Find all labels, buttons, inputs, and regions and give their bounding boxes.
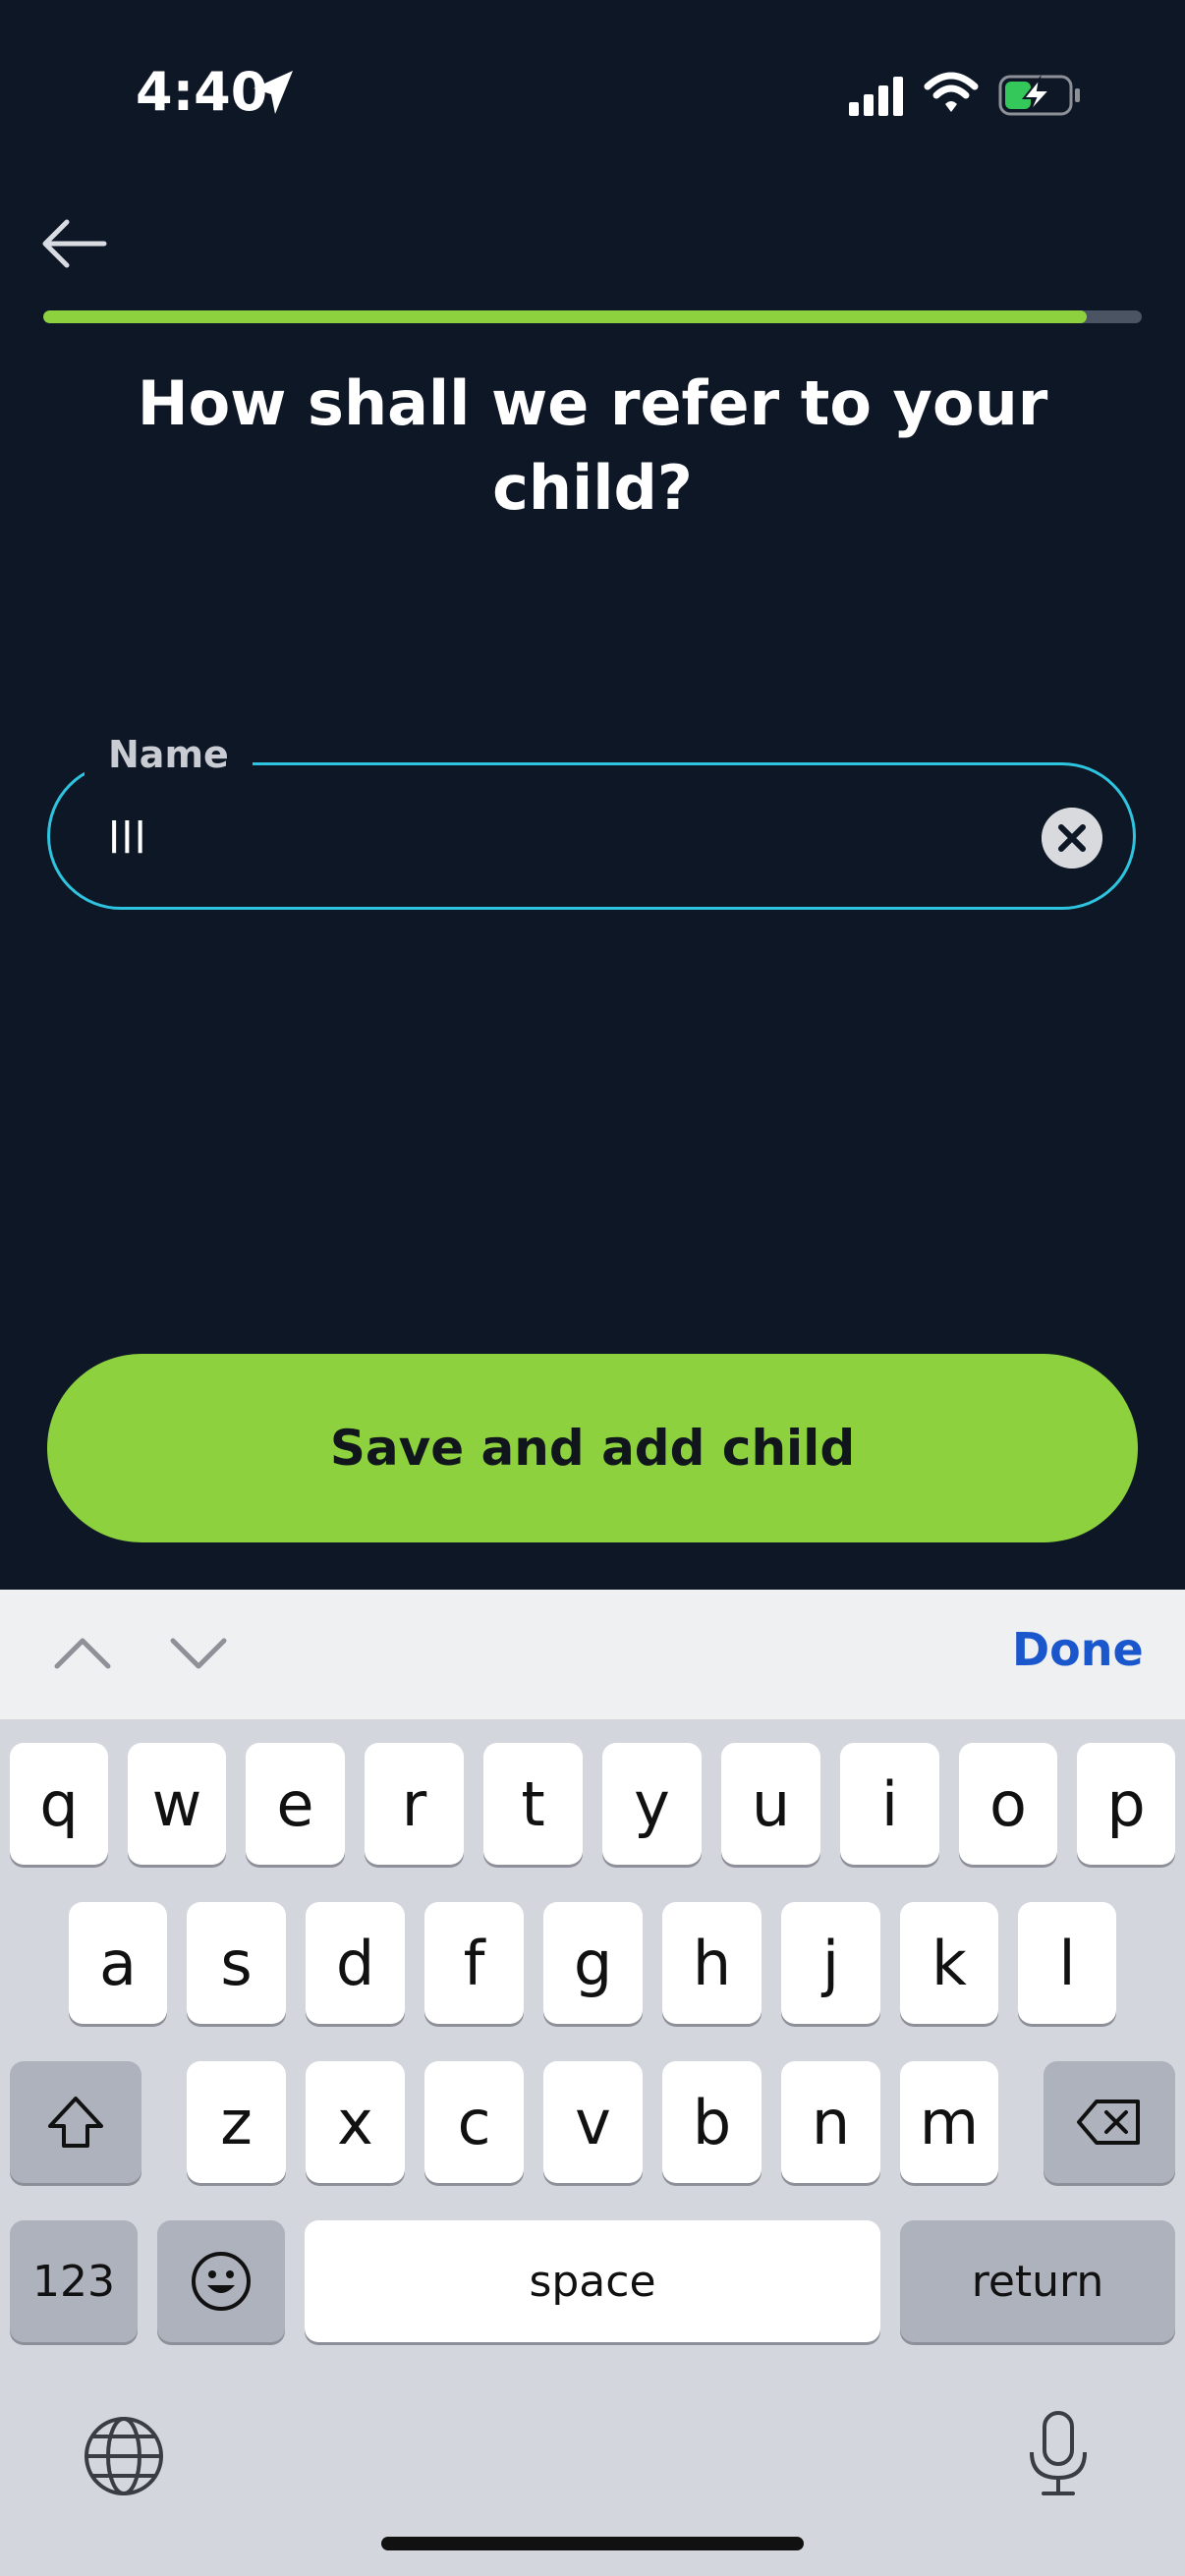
location-arrow-icon	[254, 71, 293, 114]
keyboard: q w e r t y u i o p a s d f g h j k l z …	[0, 1719, 1185, 2576]
done-button[interactable]: Done	[1012, 1623, 1144, 1676]
space-key[interactable]: space	[305, 2220, 880, 2342]
progress-bar	[43, 310, 1142, 323]
key-b[interactable]: b	[662, 2061, 762, 2183]
home-indicator	[381, 2537, 804, 2550]
numbers-key[interactable]: 123	[10, 2220, 138, 2342]
emoji-icon	[192, 2252, 251, 2311]
key-f[interactable]: f	[424, 1902, 524, 2024]
key-l[interactable]: l	[1018, 1902, 1116, 2024]
globe-icon[interactable]	[83, 2415, 165, 2497]
key-x[interactable]: x	[306, 2061, 405, 2183]
shift-key[interactable]	[10, 2061, 141, 2183]
progress-fill	[43, 310, 1088, 323]
key-k[interactable]: k	[900, 1902, 998, 2024]
key-d[interactable]: d	[306, 1902, 405, 2024]
key-o[interactable]: o	[959, 1743, 1057, 1865]
emoji-key[interactable]	[157, 2220, 285, 2342]
delete-key[interactable]	[1044, 2061, 1175, 2183]
name-field-label: Name	[85, 733, 253, 776]
page-title: How shall we refer to your child?	[137, 367, 1048, 524]
shift-icon	[48, 2097, 103, 2148]
name-input[interactable]: lll	[108, 813, 147, 864]
signal-icon	[849, 77, 903, 116]
key-r[interactable]: r	[365, 1743, 464, 1865]
key-u[interactable]: u	[721, 1743, 820, 1865]
chevron-down-icon[interactable]	[169, 1633, 228, 1672]
key-p[interactable]: p	[1077, 1743, 1175, 1865]
key-t[interactable]: t	[483, 1743, 583, 1865]
battery-charging-icon	[998, 75, 1080, 116]
key-s[interactable]: s	[187, 1902, 286, 2024]
key-g[interactable]: g	[543, 1902, 643, 2024]
key-n[interactable]: n	[781, 2061, 880, 2183]
key-h[interactable]: h	[662, 1902, 762, 2024]
arrow-left-icon	[42, 219, 107, 268]
key-a[interactable]: a	[69, 1902, 167, 2024]
key-m[interactable]: m	[900, 2061, 998, 2183]
key-e[interactable]: e	[246, 1743, 345, 1865]
microphone-icon[interactable]	[1024, 2409, 1093, 2499]
return-key[interactable]: return	[900, 2220, 1175, 2342]
status-time: 4:40	[136, 61, 268, 123]
key-z[interactable]: z	[187, 2061, 286, 2183]
backspace-icon	[1077, 2100, 1140, 2145]
key-v[interactable]: v	[543, 2061, 643, 2183]
name-field[interactable]	[47, 762, 1136, 910]
key-q[interactable]: q	[10, 1743, 108, 1865]
key-c[interactable]: c	[424, 2061, 524, 2183]
clear-button[interactable]	[1042, 808, 1102, 868]
back-button[interactable]	[37, 214, 110, 273]
save-and-add-child-button[interactable]: Save and add child	[47, 1354, 1138, 1542]
key-y[interactable]: y	[602, 1743, 702, 1865]
chevron-up-icon[interactable]	[53, 1633, 112, 1672]
key-j[interactable]: j	[781, 1902, 880, 2024]
wifi-icon	[924, 72, 979, 112]
key-i[interactable]: i	[840, 1743, 939, 1865]
key-w[interactable]: w	[128, 1743, 226, 1865]
